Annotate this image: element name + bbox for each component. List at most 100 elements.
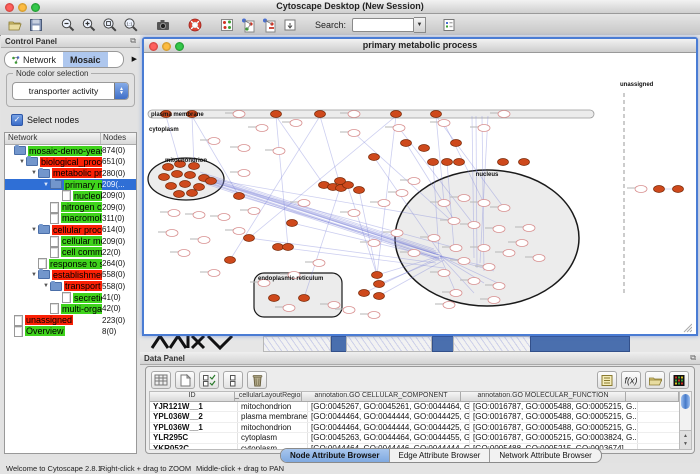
- region-label: endoplasmic reticulum: [258, 276, 323, 282]
- tab-edge-attribute-browser[interactable]: Edge Attribute Browser: [389, 449, 490, 462]
- table-row[interactable]: YPL036W__1mitochondrion[GO:0044464, GO:0…: [150, 423, 679, 433]
- tree-col-nodes[interactable]: Nodes: [101, 133, 136, 144]
- tree-row-label: metabolic process: [52, 168, 102, 178]
- tree-row[interactable]: ▼primary metabo209(...: [5, 179, 136, 190]
- zoom-fit-icon[interactable]: 1:1: [122, 16, 140, 33]
- tab-node-attribute-browser[interactable]: Node Attribute Browser: [281, 449, 389, 462]
- tree-row[interactable]: cellular metabol209(0): [5, 235, 136, 246]
- node-color-selection-legend: Node color selection: [13, 69, 91, 78]
- tree-row[interactable]: response to stimulu264(0): [5, 258, 136, 269]
- annotation-icon[interactable]: [281, 16, 299, 33]
- table-cell: mitochondrion: [238, 423, 308, 432]
- node: [401, 140, 412, 147]
- create-view-icon[interactable]: [239, 16, 257, 33]
- attribute-table-header: ID_cellularLayoutRegionannotation.GO CEL…: [150, 392, 679, 402]
- network-tree-header: Network Nodes: [5, 133, 136, 145]
- tree-row[interactable]: secretion41(0): [5, 292, 136, 303]
- layout-icon[interactable]: [218, 16, 236, 33]
- node: [451, 140, 462, 147]
- tree-row[interactable]: ▼biological_process651(0): [5, 156, 136, 167]
- node-outline: [438, 270, 450, 277]
- import-attributes-icon[interactable]: [645, 371, 665, 389]
- tree-row[interactable]: ▼transport558(0): [5, 281, 136, 292]
- zoom-in-icon[interactable]: [80, 16, 98, 33]
- snapshot-camera-icon[interactable]: [154, 16, 172, 33]
- network-canvas[interactable]: plasma membranecytoplasmmitochondrionend…: [144, 53, 696, 334]
- tab-mosaic[interactable]: Mosaic: [63, 52, 108, 67]
- control-panel-tabs: Network Mosaic: [4, 51, 124, 68]
- tree-row[interactable]: ▼metabolic process280(0): [5, 168, 136, 179]
- node: [244, 235, 255, 242]
- unselect-attributes-icon[interactable]: [223, 371, 243, 389]
- node: [335, 178, 346, 185]
- scrollbar-arrows[interactable]: ▲▼: [680, 430, 691, 449]
- tree-row[interactable]: Overview8(0): [5, 326, 136, 337]
- table-scrollbar[interactable]: ▲▼: [679, 391, 692, 450]
- tree-row[interactable]: multi-organism pro42(0): [5, 303, 136, 314]
- node-outline: [273, 148, 285, 155]
- node: [372, 272, 383, 279]
- node-outline: [348, 130, 360, 137]
- node-outline: [443, 302, 455, 309]
- tree-row-count: 280(0): [102, 169, 136, 178]
- table-column-header[interactable]: annotation.GO MOLECULAR_FUNCTION: [461, 392, 626, 401]
- tree-row[interactable]: nucleobase-209(0): [5, 190, 136, 201]
- destroy-view-icon[interactable]: [260, 16, 278, 33]
- function-builder-icon[interactable]: f(x): [621, 371, 641, 389]
- attribute-list-icon[interactable]: [597, 371, 617, 389]
- tab-overflow-arrow[interactable]: ▶: [129, 55, 140, 63]
- tree-row[interactable]: mosaic-demo-yeast874(0): [5, 145, 136, 156]
- float-panel-icon[interactable]: ⧉: [690, 354, 696, 362]
- tab-network[interactable]: Network: [5, 52, 63, 67]
- node-outline: [438, 200, 450, 207]
- scrollbar-thumb[interactable]: [681, 394, 690, 409]
- table-row[interactable]: YLR295Ccytoplasm[GO:0045263, GO:0044464,…: [150, 433, 679, 443]
- table-row[interactable]: YJR121W__1mitochondrion[GO:0045267, GO:0…: [150, 402, 679, 412]
- tree-row[interactable]: ▼cellular process614(0): [5, 224, 136, 235]
- new-attribute-icon[interactable]: [175, 371, 195, 389]
- attribute-table[interactable]: ID_cellularLayoutRegionannotation.GO CEL…: [149, 391, 680, 450]
- tree-row-label: biological_process: [40, 157, 102, 167]
- select-attributes-icon[interactable]: [199, 371, 219, 389]
- save-icon[interactable]: [27, 16, 45, 33]
- float-panel-icon[interactable]: ⧉: [130, 37, 136, 45]
- tree-row[interactable]: cell communicat22(0): [5, 247, 136, 258]
- tree-row-label: cell communicat: [61, 247, 102, 257]
- table-column-header[interactable]: ID: [150, 392, 235, 401]
- data-panel-title: Data Panel: [144, 354, 690, 363]
- tree-row[interactable]: nitrogen compo209(0): [5, 201, 136, 212]
- select-nodes-checkbox[interactable]: ✓: [11, 114, 23, 126]
- table-column-header[interactable]: annotation.GO CELLULAR_COMPONENT: [302, 392, 461, 401]
- node-outline: [393, 125, 405, 132]
- node-outline: [448, 218, 460, 225]
- network-window-titlebar[interactable]: primary metabolic process: [144, 39, 696, 53]
- enhanced-search-icon[interactable]: [440, 16, 458, 33]
- zoom-out-icon[interactable]: [59, 16, 77, 33]
- tree-row[interactable]: unassigned223(0): [5, 314, 136, 325]
- folder-icon: [38, 270, 50, 279]
- folder-icon: [38, 225, 50, 234]
- node-outline: [166, 230, 178, 237]
- heatmap-icon[interactable]: [669, 371, 689, 389]
- table-mode-icon[interactable]: [151, 371, 171, 389]
- table-row[interactable]: YPL036W__2plasma membrane[GO:0044464, GO…: [150, 412, 679, 422]
- tab-network-attribute-browser[interactable]: Network Attribute Browser: [489, 449, 600, 462]
- help-lifering-icon[interactable]: [186, 16, 204, 33]
- table-column-header[interactable]: _cellularLayoutRegion: [235, 392, 302, 401]
- search-dropdown-icon[interactable]: ▼: [414, 17, 426, 33]
- node: [206, 178, 217, 185]
- tree-row[interactable]: ▼establishment of lo558(0): [5, 269, 136, 280]
- search-input[interactable]: [352, 18, 414, 32]
- node-outline: [438, 120, 450, 127]
- file-icon: [38, 258, 47, 269]
- zoom-selected-icon[interactable]: [101, 16, 119, 33]
- tree-row[interactable]: macromolecule311(0): [5, 213, 136, 224]
- tree-col-network[interactable]: Network: [5, 133, 101, 144]
- delete-attribute-icon[interactable]: [247, 371, 267, 389]
- folder-icon: [50, 180, 62, 189]
- node-color-selection-group: Node color selection transporter activit…: [6, 73, 135, 107]
- open-folder-icon[interactable]: [6, 16, 24, 33]
- node-outline: [503, 250, 515, 257]
- node-color-dropdown[interactable]: transporter activity ▲▼: [12, 82, 129, 100]
- node-outline: [428, 235, 440, 242]
